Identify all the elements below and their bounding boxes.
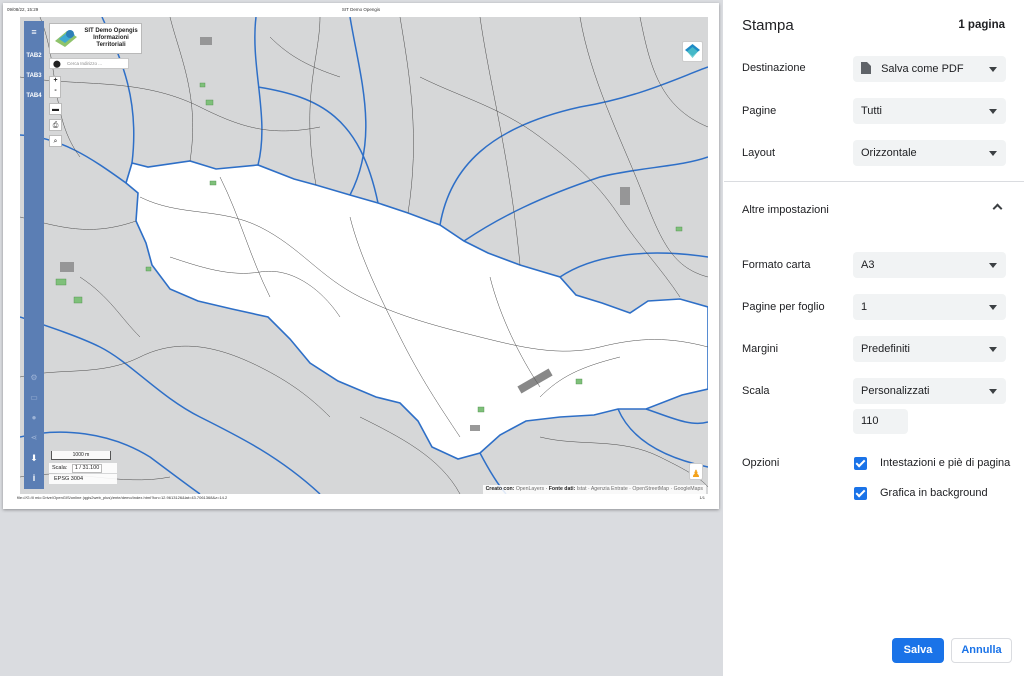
headers-footers-checkbox[interactable]: [854, 457, 867, 470]
user-icon[interactable]: ●: [24, 413, 44, 422]
map-pin-icon: ⬤: [53, 61, 61, 68]
logo-line-3: Territoriali: [96, 42, 126, 48]
print-preview-area: 09/08/22, 15:29 SIT Demo Opengis ≡ TAB2 …: [0, 0, 722, 676]
pages-per-sheet-value: 1: [861, 301, 868, 313]
page-count: 1 pagina: [958, 19, 1005, 31]
section-divider: [724, 181, 1024, 182]
attribution-sources: Istat · Agenzia Entrate · OpenStreetMap …: [576, 486, 703, 492]
destination-value: Salva come PDF: [881, 63, 964, 75]
save-button[interactable]: Salva: [892, 638, 944, 663]
scale-label: Scala:: [52, 465, 68, 471]
dropdown-arrow-icon: [989, 389, 997, 394]
sheet-footer-page: 1/1: [699, 495, 705, 500]
options-label: Opzioni: [742, 457, 780, 469]
map-attribution: Creato con: OpenLayers · Fonte dati: Ist…: [482, 485, 706, 494]
pages-value: Tutti: [861, 105, 882, 117]
scale-display: Scala: 1 / 31.100: [49, 463, 117, 473]
paper-size-select[interactable]: A3: [853, 252, 1006, 278]
chevron-up-icon[interactable]: [992, 203, 1003, 214]
gear-icon[interactable]: ⚙: [24, 373, 44, 382]
attribution-sources-label: Fonte dati:: [548, 486, 576, 492]
logo-text: SIT Demo Opengis Informazioni Territoria…: [81, 28, 141, 49]
document-icon: [861, 62, 871, 74]
message-icon[interactable]: ▭: [24, 393, 44, 402]
layout-label: Layout: [742, 147, 776, 159]
attribution-openlayers-link[interactable]: OpenLayers: [516, 486, 544, 492]
preview-sheet: 09/08/22, 15:29 SIT Demo Opengis ≡ TAB2 …: [3, 3, 719, 509]
dropdown-arrow-icon: [989, 109, 997, 114]
share-icon[interactable]: ⋖: [24, 433, 44, 442]
dropdown-arrow-icon: [989, 67, 997, 72]
tab-4[interactable]: TAB4: [24, 93, 44, 99]
destination-select[interactable]: Salva come PDF: [853, 56, 1006, 82]
dropdown-arrow-icon: [989, 305, 997, 310]
logo-mark-icon: [55, 30, 77, 47]
destination-label: Destinazione: [742, 62, 806, 74]
basemap: [20, 17, 708, 494]
paper-size-value: A3: [861, 259, 875, 271]
pages-label: Pagine: [742, 105, 777, 117]
dropdown-arrow-icon: [989, 151, 997, 156]
layout-value: Orizzontale: [861, 147, 917, 159]
scale-bar: 1000 m: [51, 451, 111, 460]
logo-line-2: Informazioni: [93, 35, 129, 41]
epsg-code: EPSG 3004: [49, 474, 117, 484]
more-settings-toggle[interactable]: Altre impostazioni: [742, 204, 829, 216]
pages-select[interactable]: Tutti: [853, 98, 1006, 124]
map-side-toolbar: ≡ TAB2 TAB3 TAB4 ⚙ ▭ ● ⋖ ⬇ i: [24, 21, 44, 489]
layers-button[interactable]: [682, 41, 703, 62]
cancel-button[interactable]: Annulla: [951, 638, 1012, 663]
scale-custom-input[interactable]: 110: [853, 409, 908, 434]
sheet-footer-url: file:///G:/Il mio Drive/OpenGIS/online (…: [17, 495, 228, 500]
dropdown-arrow-icon: [989, 263, 997, 268]
scale-value: Personalizzati: [861, 385, 930, 397]
background-graphics-label[interactable]: Grafica in background: [880, 487, 988, 499]
pegman-icon: ♟: [691, 469, 701, 480]
measure-icon[interactable]: ▬: [49, 103, 62, 115]
tab-2[interactable]: TAB2: [24, 53, 44, 59]
panel-title: Stampa: [742, 17, 794, 34]
download-icon[interactable]: ⬇: [24, 453, 44, 464]
print-settings-panel: Stampa 1 pagina Destinazione Salva come …: [722, 0, 1024, 676]
address-search-placeholder: Cerca Indirizzo ...: [67, 61, 103, 66]
attribution-created-label: Creato con:: [485, 486, 515, 492]
pages-per-sheet-label: Pagine per foglio: [742, 301, 825, 313]
street-view-button[interactable]: ♟: [689, 463, 703, 480]
margins-label: Margini: [742, 343, 779, 355]
site-logo: SIT Demo Opengis Informazioni Territoria…: [49, 23, 142, 54]
menu-icon[interactable]: ≡: [24, 27, 44, 37]
sheet-header-title: SIT Demo Opengis: [341, 7, 381, 12]
tab-3[interactable]: TAB3: [24, 73, 44, 79]
zoom-in-button[interactable]: +: [50, 77, 61, 84]
paper-size-label: Formato carta: [742, 259, 811, 271]
layers-icon: [685, 44, 700, 58]
layout-select[interactable]: Orizzontale: [853, 140, 1006, 166]
scale-value: 1 / 31.100: [71, 464, 103, 473]
map-view: ≡ TAB2 TAB3 TAB4 ⚙ ▭ ● ⋖ ⬇ i SIT Demo Op…: [20, 17, 708, 494]
dropdown-arrow-icon: [989, 347, 997, 352]
print-icon[interactable]: ⎙: [49, 119, 62, 131]
scale-label: Scala: [742, 385, 770, 397]
zoom-out-button[interactable]: -: [50, 87, 61, 94]
address-search-input[interactable]: ⬤ Cerca Indirizzo ...: [49, 58, 129, 69]
margins-value: Predefiniti: [861, 343, 910, 355]
headers-footers-label[interactable]: Intestazioni e piè di pagina: [880, 457, 1010, 469]
background-graphics-checkbox[interactable]: [854, 487, 867, 500]
scale-select[interactable]: Personalizzati: [853, 378, 1006, 404]
zoom-control: + -: [49, 76, 61, 98]
logo-line-1: SIT Demo Opengis: [84, 28, 138, 34]
search-icon[interactable]: ⌕: [49, 135, 62, 147]
info-icon[interactable]: i: [24, 473, 44, 483]
margins-select[interactable]: Predefiniti: [853, 336, 1006, 362]
pages-per-sheet-select[interactable]: 1: [853, 294, 1006, 320]
